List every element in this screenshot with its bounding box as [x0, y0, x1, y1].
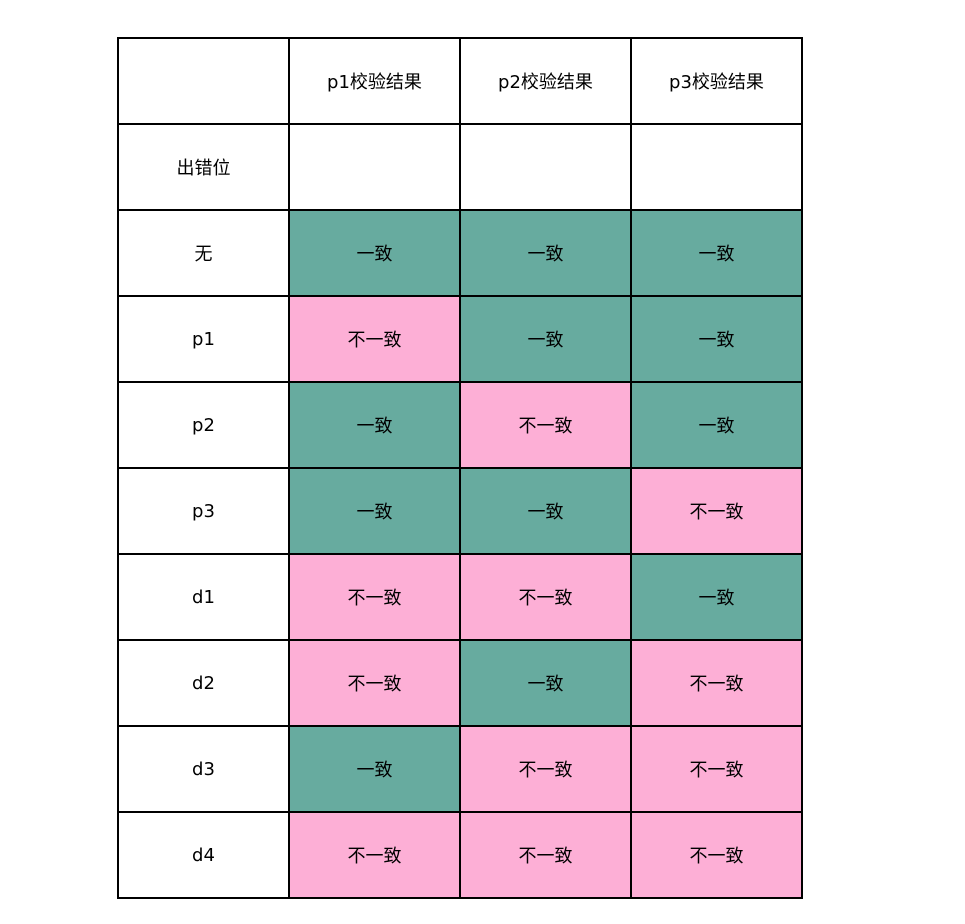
- result-cell: 一致: [288, 725, 461, 813]
- result-cell: 一致: [630, 209, 803, 297]
- row-label: 出错位: [117, 123, 290, 211]
- result-cell: 一致: [288, 381, 461, 469]
- result-cell: 一致: [630, 381, 803, 469]
- result-cell: 一致: [630, 553, 803, 641]
- row-label: p2: [117, 381, 290, 469]
- result-cell: 不一致: [459, 811, 632, 899]
- result-cell: 一致: [459, 209, 632, 297]
- row-label: 无: [117, 209, 290, 297]
- result-cell: 不一致: [630, 639, 803, 727]
- result-cell: 不一致: [288, 295, 461, 383]
- parity-check-table: p1校验结果 p2校验结果 p3校验结果 出错位无一致 一致 一致 p1 不一致 一致 一致 p2 一…: [117, 37, 803, 899]
- result-cell: 一致: [459, 639, 632, 727]
- table-row: d3 一致 不一致 不一致: [117, 725, 803, 813]
- row-label: d3: [117, 725, 290, 813]
- row-label: d1: [117, 553, 290, 641]
- header-row: p1校验结果 p2校验结果 p3校验结果: [117, 37, 803, 125]
- result-cell: 一致: [288, 467, 461, 555]
- table-row: 出错位: [117, 123, 803, 211]
- result-cell: 不一致: [459, 553, 632, 641]
- row-label: d2: [117, 639, 290, 727]
- result-cell: [459, 123, 632, 211]
- result-cell: 不一致: [288, 811, 461, 899]
- result-cell: 一致: [288, 209, 461, 297]
- result-cell: 不一致: [459, 725, 632, 813]
- result-cell: 不一致: [288, 553, 461, 641]
- row-label: p1: [117, 295, 290, 383]
- result-cell: 不一致: [459, 381, 632, 469]
- row-label: d4: [117, 811, 290, 899]
- table-row: d4 不一致 不一致 不一致: [117, 811, 803, 899]
- result-cell: 不一致: [630, 811, 803, 899]
- column-header: p2校验结果: [459, 37, 632, 125]
- result-cell: 一致: [459, 467, 632, 555]
- row-label: p3: [117, 467, 290, 555]
- table-row: 无一致 一致 一致: [117, 209, 803, 297]
- table-row: p1 不一致 一致 一致: [117, 295, 803, 383]
- table-row: p3 一致 一致 不一致: [117, 467, 803, 555]
- corner-cell: [117, 37, 290, 125]
- table-row: p2 一致 不一致 一致: [117, 381, 803, 469]
- result-cell: 不一致: [630, 725, 803, 813]
- result-cell: [630, 123, 803, 211]
- result-cell: [288, 123, 461, 211]
- table-row: d1 不一致 不一致 一致: [117, 553, 803, 641]
- result-cell: 不一致: [288, 639, 461, 727]
- result-cell: 一致: [459, 295, 632, 383]
- result-cell: 不一致: [630, 467, 803, 555]
- column-header: p3校验结果: [630, 37, 803, 125]
- table-row: d2 不一致 一致 不一致: [117, 639, 803, 727]
- result-cell: 一致: [630, 295, 803, 383]
- column-header: p1校验结果: [288, 37, 461, 125]
